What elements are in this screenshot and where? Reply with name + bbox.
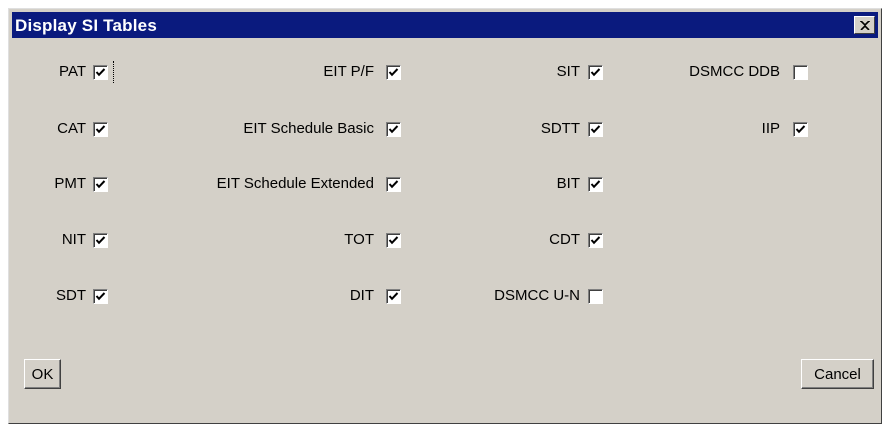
- checkmark-icon: [590, 68, 601, 77]
- label-bit: BIT: [556, 175, 580, 192]
- label-pat: PAT: [59, 63, 86, 80]
- checkmark-icon: [590, 125, 601, 134]
- checkmark-icon: [590, 180, 601, 189]
- label-sdtt: SDTT: [540, 120, 580, 137]
- checkmark-icon: [590, 236, 601, 245]
- close-icon: [860, 21, 870, 30]
- checkbox-dsmcc-ddb[interactable]: [793, 65, 808, 80]
- checkmark-icon: [95, 180, 106, 189]
- label-tot: TOT: [344, 231, 374, 248]
- label-eit-schedule-extended: EIT Schedule Extended: [216, 175, 374, 192]
- checkbox-pat[interactable]: [93, 65, 108, 80]
- checkbox-nit[interactable]: [93, 233, 108, 248]
- checkbox-dit[interactable]: [386, 289, 401, 304]
- label-cdt: CDT: [549, 231, 580, 248]
- checkmark-icon: [95, 292, 106, 301]
- checkmark-icon: [795, 125, 806, 134]
- checkmark-icon: [388, 180, 399, 189]
- label-pmt: PMT: [54, 175, 86, 192]
- checkmark-icon: [95, 236, 106, 245]
- checkbox-cdt[interactable]: [588, 233, 603, 248]
- focus-indicator: [113, 61, 114, 83]
- label-dsmcc-ddb: DSMCC DDB: [689, 63, 780, 80]
- checkbox-pmt[interactable]: [93, 177, 108, 192]
- checkbox-sit[interactable]: [588, 65, 603, 80]
- checkbox-sdt[interactable]: [93, 289, 108, 304]
- checkbox-eit-p-f[interactable]: [386, 65, 401, 80]
- label-iip: IIP: [761, 120, 780, 137]
- label-cat: CAT: [57, 120, 86, 137]
- checkmark-icon: [95, 68, 106, 77]
- checkbox-eit-schedule-extended[interactable]: [386, 177, 401, 192]
- checkbox-eit-schedule-basic[interactable]: [386, 122, 401, 137]
- checkmark-icon: [388, 236, 399, 245]
- checkbox-dsmcc-u-n[interactable]: [588, 289, 603, 304]
- label-nit: NIT: [61, 231, 86, 248]
- checkbox-iip[interactable]: [793, 122, 808, 137]
- checkbox-cat[interactable]: [93, 122, 108, 137]
- dialog-title: Display SI Tables: [15, 16, 157, 35]
- label-sdt: SDT: [56, 287, 86, 304]
- label-dit: DIT: [349, 287, 374, 304]
- cancel-button[interactable]: Cancel: [801, 359, 874, 389]
- title-bar[interactable]: Display SI Tables: [12, 12, 878, 38]
- label-eit-p-f: EIT P/F: [323, 63, 374, 80]
- label-dsmcc-u-n: DSMCC U-N: [494, 287, 580, 304]
- label-eit-schedule-basic: EIT Schedule Basic: [243, 120, 374, 137]
- checkmark-icon: [388, 125, 399, 134]
- checkbox-tot[interactable]: [386, 233, 401, 248]
- checkbox-sdtt[interactable]: [588, 122, 603, 137]
- label-sit: SIT: [556, 63, 580, 80]
- display-si-tables-dialog: Display SI Tables PAT CAT PMT NIT SDT EIT P/F…: [8, 8, 882, 424]
- checkmark-icon: [388, 292, 399, 301]
- checkmark-icon: [388, 68, 399, 77]
- checkmark-icon: [95, 125, 106, 134]
- close-button[interactable]: [854, 16, 875, 34]
- checkbox-bit[interactable]: [588, 177, 603, 192]
- ok-button[interactable]: OK: [24, 359, 61, 389]
